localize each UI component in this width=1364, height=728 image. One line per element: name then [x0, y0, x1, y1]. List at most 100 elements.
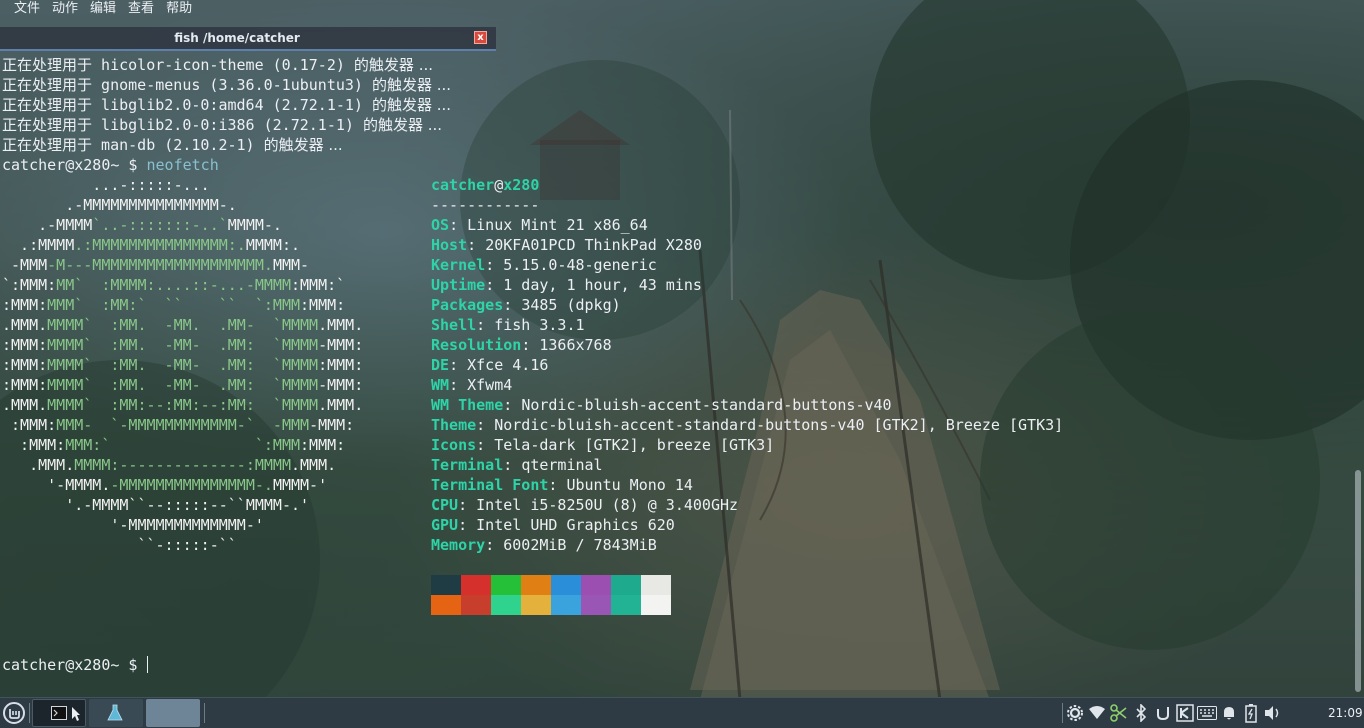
- logo-segment: .MMM.: [318, 396, 364, 414]
- info-key: DE: [431, 356, 450, 374]
- logo-segment: MMM-: [272, 256, 310, 274]
- logo-segment: MMMM` :MM. -MM- .MM: `MMMM: [47, 336, 319, 354]
- wifi-icon[interactable]: [1086, 702, 1108, 724]
- title-separator: ------------: [431, 195, 1331, 215]
- menu-actions[interactable]: 动作: [46, 0, 84, 20]
- hostname: x280: [503, 176, 540, 194]
- taskbar-separator: [29, 703, 30, 723]
- info-row: CPU: Intel i5-8250U (8) @ 3.400GHz: [431, 495, 1331, 515]
- info-key: CPU: [431, 496, 459, 514]
- logo-segment: -MMM:: [309, 416, 355, 434]
- info-colon: :: [521, 336, 540, 354]
- trigger-prefix: 正在处理用于: [2, 136, 93, 154]
- logo-line: .-MMMMMMMMMMMMMMM-.: [2, 195, 422, 215]
- terminal-icon: [51, 706, 67, 720]
- info-row: Uptime: 1 day, 1 hour, 43 mins: [431, 275, 1331, 295]
- info-key: WM: [431, 376, 450, 394]
- bluetooth-icon[interactable]: [1130, 702, 1152, 724]
- info-colon: :: [503, 456, 522, 474]
- trigger-prefix: 正在处理用于: [2, 56, 93, 74]
- info-row: Icons: Tela-dark [GTK2], breeze [GTK3]: [431, 435, 1331, 455]
- logo-segment: ``-:::::-``: [2, 536, 237, 554]
- logo-line: '.-MMMM``--:::::--``MMMM-.': [2, 495, 422, 515]
- info-row: Memory: 6002MiB / 7843MiB: [431, 535, 1331, 555]
- logo-segment: .MMM.: [2, 456, 75, 474]
- scrollbar-thumb[interactable]: [1355, 470, 1361, 692]
- logo-line: :MMM:MMMM` :MM. -MM- .MM: `MMMM-MMM:: [2, 375, 422, 395]
- logo-segment: -MMM:: [318, 376, 364, 394]
- info-row: Theme: Nordic-bluish-accent-standard-but…: [431, 415, 1331, 435]
- info-key: Theme: [431, 416, 477, 434]
- logo-segment: MMMM:--------------:MMMM: [74, 456, 291, 474]
- command-line: catcher@x280~ $ neofetch: [2, 155, 219, 175]
- typed-command: neofetch: [146, 156, 219, 174]
- logo-segment: :MMM:: [300, 436, 346, 454]
- trigger-suffix: 的触发器 ...: [263, 136, 343, 154]
- logo-line: -MMM-M---MMMMMMMMMMMMMMMMMMM.MMM-: [2, 255, 422, 275]
- keyboard-icon[interactable]: [1196, 702, 1218, 724]
- color-swatch: [581, 595, 611, 615]
- info-value: Nordic-bluish-accent-standard-buttons-v4…: [521, 396, 892, 414]
- task-blank[interactable]: [146, 699, 200, 727]
- notification-bell-icon[interactable]: [1218, 702, 1240, 724]
- info-value: 6002MiB / 7843MiB: [503, 536, 657, 554]
- logo-segment: :MMM:: [2, 356, 48, 374]
- logo-segment: MMM- `-MMMMMMMMMMMM-` -MMM: [56, 416, 310, 434]
- info-key: Resolution: [431, 336, 522, 354]
- battery-icon[interactable]: [1240, 702, 1262, 724]
- info-row: Shell: fish 3.3.1: [431, 315, 1331, 335]
- tab-close-icon[interactable]: x: [474, 31, 487, 44]
- kdeconnect-icon[interactable]: [1174, 702, 1196, 724]
- logo-line: .MMM.MMMM` :MM:--:MM:--:MM: `MMMM.MMM.: [2, 395, 422, 415]
- info-row: Packages: 3485 (dpkg): [431, 295, 1331, 315]
- mint-menu-icon[interactable]: [2, 701, 26, 725]
- info-value: 5.15.0-48-generic: [503, 256, 657, 274]
- username: catcher: [431, 176, 495, 194]
- menu-view[interactable]: 查看: [122, 0, 160, 20]
- logo-line: .-MMMM`..-:::::::-..`MMMM-.: [2, 215, 422, 235]
- info-key: Shell: [431, 316, 477, 334]
- logo-segment: .-MMMM: [2, 216, 93, 234]
- output-line: 正在处理用于 gnome-menus (3.36.0-1ubuntu3) 的触发…: [2, 75, 451, 95]
- output-line: 正在处理用于 man-db (2.10.2-1) 的触发器 ...: [2, 135, 343, 155]
- menu-edit[interactable]: 编辑: [84, 0, 122, 20]
- scissors-icon[interactable]: [1108, 702, 1130, 724]
- logo-segment: ...-:::::-...: [2, 176, 210, 194]
- volume-icon[interactable]: [1262, 702, 1284, 724]
- task-terminal[interactable]: [32, 699, 86, 727]
- task-app[interactable]: [89, 699, 143, 727]
- info-row: Host: 20KFA01PCD ThinkPad X280: [431, 235, 1331, 255]
- logo-segment: MMM` :MM:` `` `` `:MMM: [47, 296, 301, 314]
- color-swatch: [641, 575, 671, 595]
- clock[interactable]: 21:09: [1328, 698, 1363, 728]
- logo-segment: .MMM.: [2, 316, 48, 334]
- mint-ascii-logo: ...-:::::-... .-MMMMMMMMMMMMMMM-. .-MMMM…: [2, 175, 422, 555]
- color-swatch: [581, 575, 611, 595]
- update-icon[interactable]: [1152, 702, 1174, 724]
- logo-segment: :MMM:: [2, 336, 48, 354]
- package-text: libglib2.0-0:i386 (2.72.1-1): [101, 116, 354, 134]
- info-colon: :: [485, 276, 504, 294]
- info-row: DE: Xfce 4.16: [431, 355, 1331, 375]
- terminal-scrollbar[interactable]: [1352, 55, 1364, 695]
- menu-help[interactable]: 帮助: [160, 0, 198, 20]
- logo-segment: MMMM` :MM. -MM- .MM: `MMMM: [47, 376, 319, 394]
- logo-segment: MMMM-': [272, 476, 328, 494]
- active-prompt-line[interactable]: catcher@x280~ $: [2, 655, 148, 675]
- terminal-output[interactable]: 正在处理用于 hicolor-icon-theme (0.17-2) 的触发器 …: [0, 55, 1352, 695]
- info-colon: :: [467, 236, 486, 254]
- color-swatch: [551, 595, 581, 615]
- settings-gear-icon[interactable]: [1064, 702, 1086, 724]
- logo-segment: MMMM` :MM:--:MM:--:MM: `MMMM: [47, 396, 319, 414]
- logo-segment: MMMM` :MM. -MM. .MM- `MMMM: [47, 316, 319, 334]
- info-colon: :: [476, 436, 495, 454]
- tab-terminal[interactable]: fish /home/catcher: [0, 27, 474, 49]
- logo-line: `:MMM:MM` :MMMM:....::-...-MMMM:MMM:`: [2, 275, 422, 295]
- info-row: Terminal: qterminal: [431, 455, 1331, 475]
- color-swatch: [611, 575, 641, 595]
- color-swatch: [491, 595, 521, 615]
- logo-segment: :MMM:: [2, 416, 57, 434]
- package-text: hicolor-icon-theme (0.17-2): [101, 56, 345, 74]
- output-line: 正在处理用于 libglib2.0-0:i386 (2.72.1-1) 的触发器…: [2, 115, 442, 135]
- menu-file[interactable]: 文件: [8, 0, 46, 20]
